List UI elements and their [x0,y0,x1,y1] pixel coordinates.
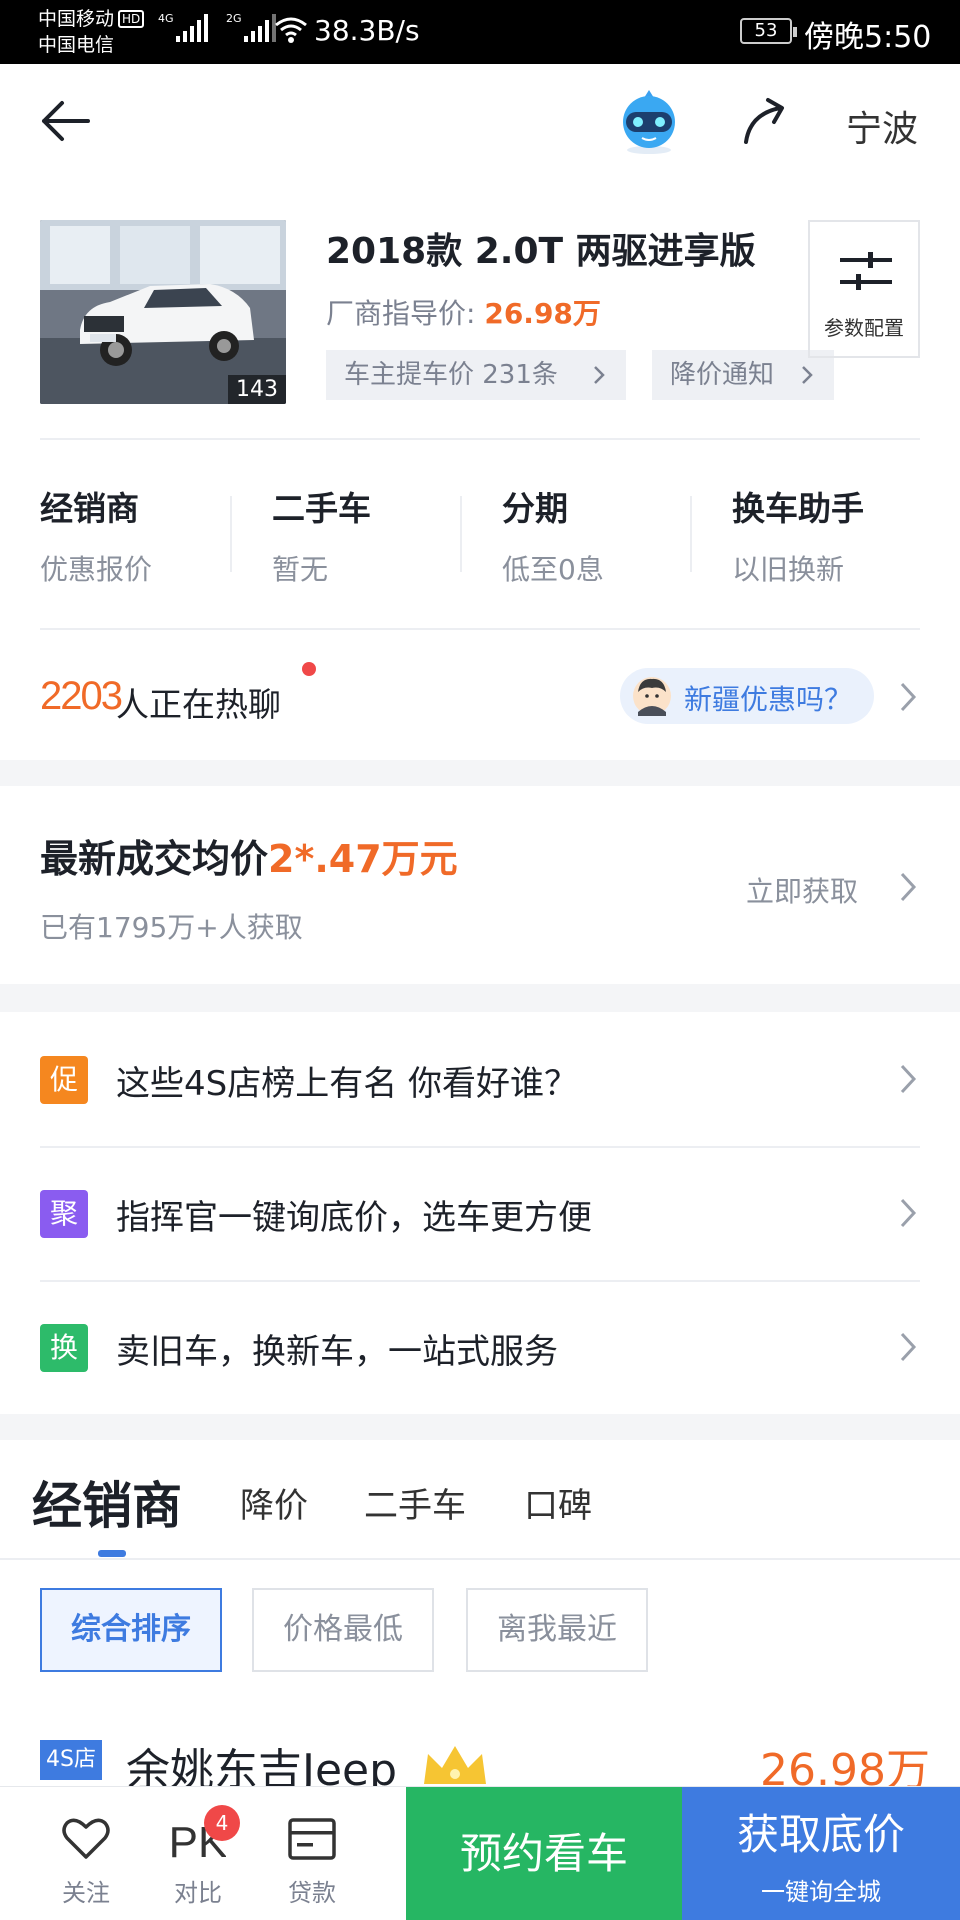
car-photo[interactable]: 143 [40,220,286,404]
chevron-right-icon[interactable] [898,870,918,904]
tab-price-drop[interactable]: 降价 [240,1478,308,1527]
promo-row[interactable]: 聚 指挥官一键询底价，选车更方便 [0,1146,960,1280]
tab-used-car[interactable]: 二手车 [364,1478,466,1527]
tab-dealer[interactable]: 经销商 [32,1466,182,1538]
deal-get-link[interactable]: 立即获取 [746,870,858,910]
quick-link-title: 分期 [502,489,568,528]
deal-title: 最新成交均价2*.47万元 [40,828,458,883]
wifi-icon [275,17,307,43]
heart-icon [62,1818,110,1859]
guide-price: 厂商指导价: 26.98万 [326,292,601,332]
photo-count: 143 [228,375,286,404]
chat-label[interactable]: 人正在热聊 [116,678,281,726]
share-icon[interactable] [740,94,794,148]
sort-nearest[interactable]: 离我最近 [466,1588,648,1672]
quick-link-sub: 低至0息 [502,553,604,586]
owner-price-chip[interactable]: 车主提车价 231条 [326,350,626,400]
tab-indicator [98,1550,126,1557]
clock: 傍晚5:50 [804,20,932,55]
promo-row[interactable]: 换 卖旧车，换新车，一站式服务 [0,1280,960,1414]
carrier-1: 中国移动 [38,8,115,30]
promo-badge: 促 [40,1056,88,1104]
guide-price-label: 厂商指导价: [326,297,476,330]
chat-question: 新疆优惠吗？ [684,683,853,716]
deal-sub: 已有1795万+人获取 [40,911,303,944]
param-config-label: 参数配置 [824,316,904,340]
divider [0,1558,960,1560]
compare-button[interactable]: PK 4 对比 [148,1805,248,1908]
promo-row[interactable]: 促 这些4S店榜上有名 你看好谁？ [0,1012,960,1146]
promo-badge: 聚 [40,1190,88,1238]
quick-link-used-car[interactable]: 二手车 暂无 [272,482,472,588]
quick-link-title: 二手车 [272,489,371,528]
notification-dot [302,662,316,676]
chevron-right-icon [900,1332,917,1362]
follow-button[interactable]: 关注 [36,1817,136,1908]
chevron-right-icon [900,1064,917,1094]
get-lowest-price-button[interactable]: 获取底价 一键询全城 [682,1787,960,1920]
city-selector[interactable]: 宁波 [846,100,918,152]
loan-card-icon [288,1818,336,1860]
price-alert-label: 降价通知 [670,360,775,390]
param-config-button[interactable]: 参数配置 [808,220,920,358]
promo-badge: 换 [40,1324,88,1372]
guide-price-value: 26.98万 [484,297,601,330]
price-alert-chip[interactable]: 降价通知 [652,350,834,400]
follow-label: 关注 [62,1879,110,1907]
loan-label: 贷款 [288,1879,336,1907]
bottom-action-bar: 关注 PK 4 对比 贷款 预约看车 获取底价 一键询全城 [0,1786,960,1920]
loan-button[interactable]: 贷款 [262,1817,362,1908]
promo-text: 卖旧车，换新车，一站式服务 [116,1332,558,1372]
chat-question-pill[interactable]: 新疆优惠吗？ [620,668,874,724]
promo-text: 指挥官一键询底价，选车更方便 [116,1198,592,1238]
carrier-2: 中国电信 [38,34,115,56]
chevron-right-icon [900,1198,917,1228]
owner-price-label: 车主提车价 231条 [344,360,558,390]
deal-title-label: 最新成交均价 [40,837,269,881]
crown-icon [424,1746,486,1784]
divider [40,438,920,440]
quick-link-sub: 暂无 [272,553,329,586]
assistant-mascot-icon[interactable] [614,86,684,156]
quick-link-trade-in[interactable]: 换车助手 以旧换新 [732,482,932,588]
separator [230,496,232,572]
sort-lowest-price[interactable]: 价格最低 [252,1588,434,1672]
divider [40,628,920,630]
settings-sliders-icon [840,252,892,290]
user-avatar-icon [633,677,671,716]
signal-icons: 4G 2G [158,12,276,42]
compare-count-badge: 4 [204,1805,240,1841]
signal-icon: 2G [226,12,276,42]
get-price-sub: 一键询全城 [761,1878,881,1906]
compare-label: 对比 [174,1879,222,1907]
chat-count: 2203 [40,674,123,718]
chevron-right-icon [802,366,813,384]
chevron-right-icon [594,366,605,384]
car-title: 2018款 2.0T 两驱进享版 [326,231,756,272]
quick-link-installment[interactable]: 分期 低至0息 [502,482,702,588]
quick-link-title: 换车助手 [732,489,864,528]
separator [690,496,692,572]
dealer-type-badge: 4S店 [40,1740,102,1780]
get-price-label: 获取底价 [736,1810,905,1859]
signal-icon: 4G [158,12,208,42]
chevron-right-icon[interactable] [898,680,918,714]
back-arrow-icon[interactable] [36,96,96,146]
battery-icon: 53 [740,18,797,44]
promo-text: 这些4S店榜上有名 你看好谁？ [116,1064,579,1104]
sort-comprehensive[interactable]: 综合排序 [40,1588,222,1672]
car-summary-panel [0,64,960,760]
book-test-drive-button[interactable]: 预约看车 [406,1787,682,1920]
status-bar: 中国移动 HD 中国电信 4G 2G 38.3B/s 53 傍晚5:50 [0,0,960,64]
net-speed: 38.3B/s [314,14,420,47]
quick-link-dealer[interactable]: 经销商 优惠报价 [40,482,240,588]
separator [460,496,462,572]
tab-reviews[interactable]: 口碑 [524,1478,592,1527]
hd-badge: HD [118,10,145,28]
carrier-info: 中国移动 HD 中国电信 [38,6,145,58]
quick-link-sub: 以旧换新 [732,553,845,586]
quick-link-sub: 优惠报价 [40,553,153,586]
quick-link-title: 经销商 [40,489,139,528]
deal-price: 2*.47万元 [268,837,458,881]
